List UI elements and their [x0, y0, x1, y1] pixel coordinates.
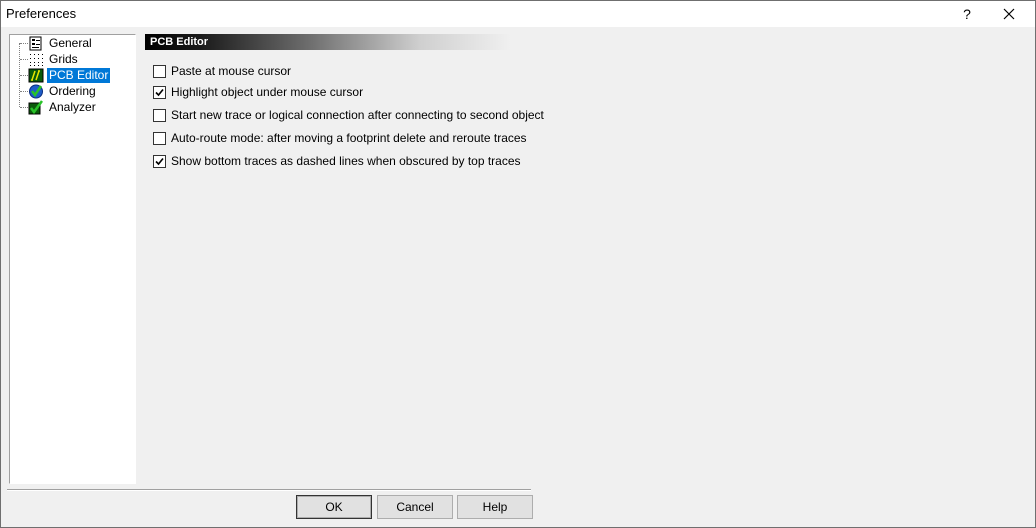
option-auto-route-mode[interactable]: Auto-route mode: after moving a footprin… [153, 130, 527, 146]
checkbox-checked[interactable] [153, 85, 166, 99]
tree-item-analyzer[interactable]: Analyzer [20, 99, 98, 115]
tree-item-label: Analyzer [49, 99, 96, 114]
option-start-new-trace[interactable]: Start new trace or logical connection af… [153, 107, 544, 123]
tree-item-grids[interactable]: Grids [20, 51, 80, 67]
option-label: Paste at mouse cursor [171, 64, 292, 78]
section-header: PCB Editor [145, 34, 511, 50]
window-title: Preferences [6, 6, 77, 21]
option-label: Auto-route mode: after moving a footprin… [171, 131, 527, 145]
tree-item-label: PCB Editor [47, 67, 111, 83]
option-label: Start new trace or logical connection af… [171, 108, 544, 122]
help-button[interactable]: Help [457, 495, 533, 519]
grid-icon [28, 52, 44, 67]
tree-item-pcb-editor[interactable]: PCB Editor [20, 67, 111, 83]
checkmark-icon [155, 157, 164, 165]
checkbox-checked[interactable] [153, 154, 166, 168]
analyzer-check-icon [28, 99, 44, 115]
option-label: Highlight object under mouse cursor [171, 85, 364, 99]
question-mark-icon: ? [963, 6, 971, 22]
ordering-check-icon [28, 84, 44, 99]
title-bar: Preferences ? [1, 1, 1035, 27]
checkbox-unchecked[interactable] [153, 108, 166, 122]
pcb-editor-icon [28, 68, 44, 83]
help-titlebar-button[interactable]: ? [947, 1, 987, 27]
ok-button[interactable]: OK [296, 495, 372, 519]
option-dashed-bottom-traces[interactable]: Show bottom traces as dashed lines when … [153, 153, 521, 169]
tree-item-label: Grids [49, 51, 78, 66]
checkmark-icon [155, 88, 164, 96]
close-button[interactable] [989, 1, 1029, 27]
option-paste-at-cursor[interactable]: Paste at mouse cursor [153, 63, 291, 79]
footer-divider [7, 489, 531, 491]
preferences-dialog: Preferences ? General Grids PCB Editor O… [0, 0, 1036, 528]
category-tree[interactable]: General Grids PCB Editor Ordering Analyz… [9, 34, 136, 484]
close-icon [1003, 8, 1015, 20]
general-settings-icon [28, 36, 44, 51]
option-highlight-under-cursor[interactable]: Highlight object under mouse cursor [153, 84, 363, 100]
tree-item-label: General [49, 35, 92, 50]
cancel-button[interactable]: Cancel [377, 495, 453, 519]
tree-item-label: Ordering [49, 83, 96, 98]
checkbox-unchecked[interactable] [153, 64, 166, 78]
tree-item-general[interactable]: General [20, 35, 94, 51]
tree-item-ordering[interactable]: Ordering [20, 83, 98, 99]
option-label: Show bottom traces as dashed lines when … [171, 154, 521, 168]
checkbox-unchecked[interactable] [153, 131, 166, 145]
